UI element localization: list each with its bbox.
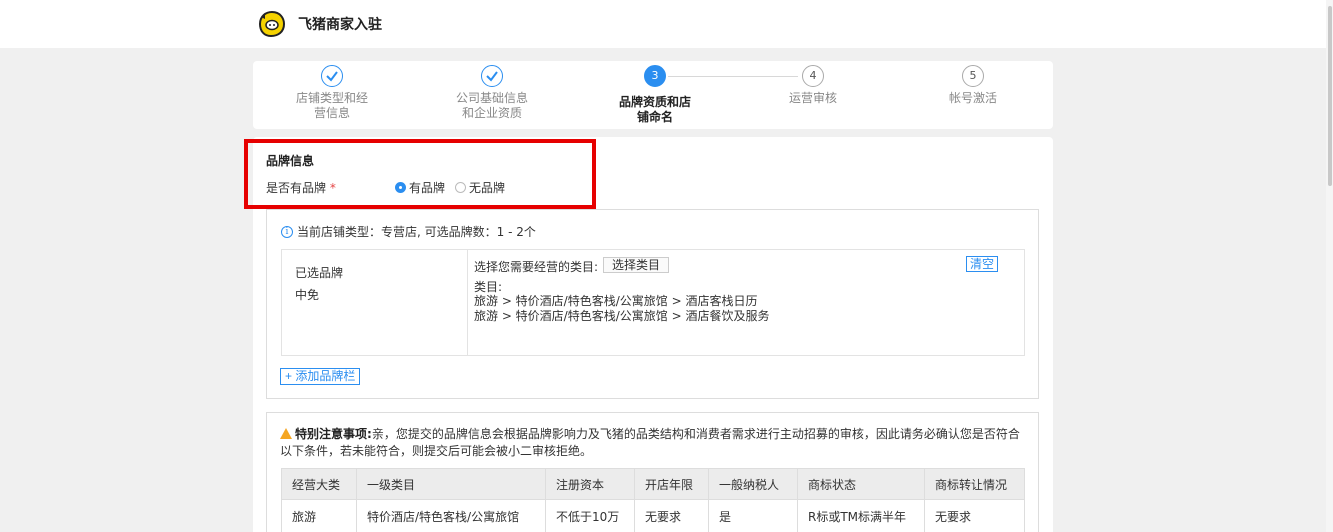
table-cell: 特价酒店/特色客栈/公寓旅馆 xyxy=(356,499,546,532)
notice-title: 特别注意事项: xyxy=(295,427,372,441)
store-type-info: i 当前店铺类型：专营店, 可选品牌数：1 - 2个 xyxy=(281,223,536,240)
table-cell: 无要求 xyxy=(634,499,709,532)
table-cell: 无要求 xyxy=(924,499,1025,532)
selected-brand-name: 中免 xyxy=(295,288,320,302)
column-header: 经营大类 xyxy=(281,468,357,500)
step-5-number: 5 xyxy=(962,65,984,87)
column-header: 一般纳税人 xyxy=(708,468,798,500)
table-header-row: 经营大类 一级类目 注册资本 开店年限 一般纳税人 商标状态 商标转让情况 xyxy=(281,468,1025,500)
brand-table-divider xyxy=(467,250,468,355)
choose-category-label: 选择您需要经营的类目: xyxy=(474,260,599,274)
step-2-label: 公司基础信息 和企业资质 xyxy=(455,91,528,120)
step-4-number: 4 xyxy=(802,65,824,87)
selected-brand-table: 已选品牌 中免 选择您需要经营的类目: 选择类目 清空 类目: 旅游 > 特价酒… xyxy=(281,249,1025,356)
column-header: 注册资本 xyxy=(545,468,635,500)
step-3-label: 品牌资质和店 铺命名 xyxy=(618,95,691,124)
column-header: 商标状态 xyxy=(797,468,925,500)
top-bar: 飞猪商家入驻 xyxy=(0,0,1333,48)
progress-steps: 店铺类型和经 营信息 公司基础信息 和企业资质 3 品牌资质和店 铺命名 4 运营审核… xyxy=(253,61,1053,129)
table-row: 旅游 特价酒店/特色客栈/公寓旅馆 不低于10万 无要求 是 R标或TM标满半年… xyxy=(281,499,1025,532)
column-header: 开店年限 xyxy=(634,468,709,500)
column-header: 一级类目 xyxy=(356,468,546,500)
table-cell: R标或TM标满半年 xyxy=(797,499,925,532)
selected-brand-label: 已选品牌 xyxy=(295,266,344,280)
step-connector xyxy=(668,76,798,77)
notice-text: 特别注意事项:亲，您提交的品牌信息会根据品牌影响力及飞猪的品类结构和消费者需求进… xyxy=(280,426,1025,460)
clear-button[interactable]: 清空 xyxy=(966,256,999,272)
table-cell: 不低于10万 xyxy=(545,499,635,532)
store-type-info-text: 当前店铺类型：专营店, 可选品牌数：1 - 2个 xyxy=(297,225,536,239)
table-cell: 旅游 xyxy=(281,499,357,532)
requirements-table: 经营大类 一级类目 注册资本 开店年限 一般纳税人 商标状态 商标转让情况 旅游… xyxy=(281,468,1025,532)
step-1-label: 店铺类型和经 营信息 xyxy=(295,91,368,120)
choose-category-button[interactable]: 选择类目 xyxy=(603,257,670,273)
table-cell: 是 xyxy=(708,499,798,532)
step-2-check-icon xyxy=(481,65,503,87)
add-brand-button[interactable]: + 添加品牌栏 xyxy=(280,368,361,385)
category-path: 旅游 > 特价酒店/特色客栈/公寓旅馆 > 酒店餐饮及服务 xyxy=(474,309,770,323)
scrollbar-thumb[interactable] xyxy=(1328,6,1332,186)
warning-icon xyxy=(280,428,292,439)
step-3-number: 3 xyxy=(644,65,666,87)
column-header: 商标转让情况 xyxy=(924,468,1025,500)
step-5-label: 帐号激活 xyxy=(948,91,997,105)
highlight-annotation-box xyxy=(244,139,596,209)
page-brand-title: 飞猪商家入驻 xyxy=(298,17,382,33)
pig-logo-icon xyxy=(258,10,286,38)
notice-body: 亲，您提交的品牌信息会根据品牌影响力及飞猪的品类结构和消费者需求进行主动招募的审… xyxy=(280,427,1020,458)
step-4-label: 运营审核 xyxy=(788,91,837,105)
step-1-check-icon xyxy=(321,65,343,87)
info-icon: i xyxy=(281,225,293,238)
